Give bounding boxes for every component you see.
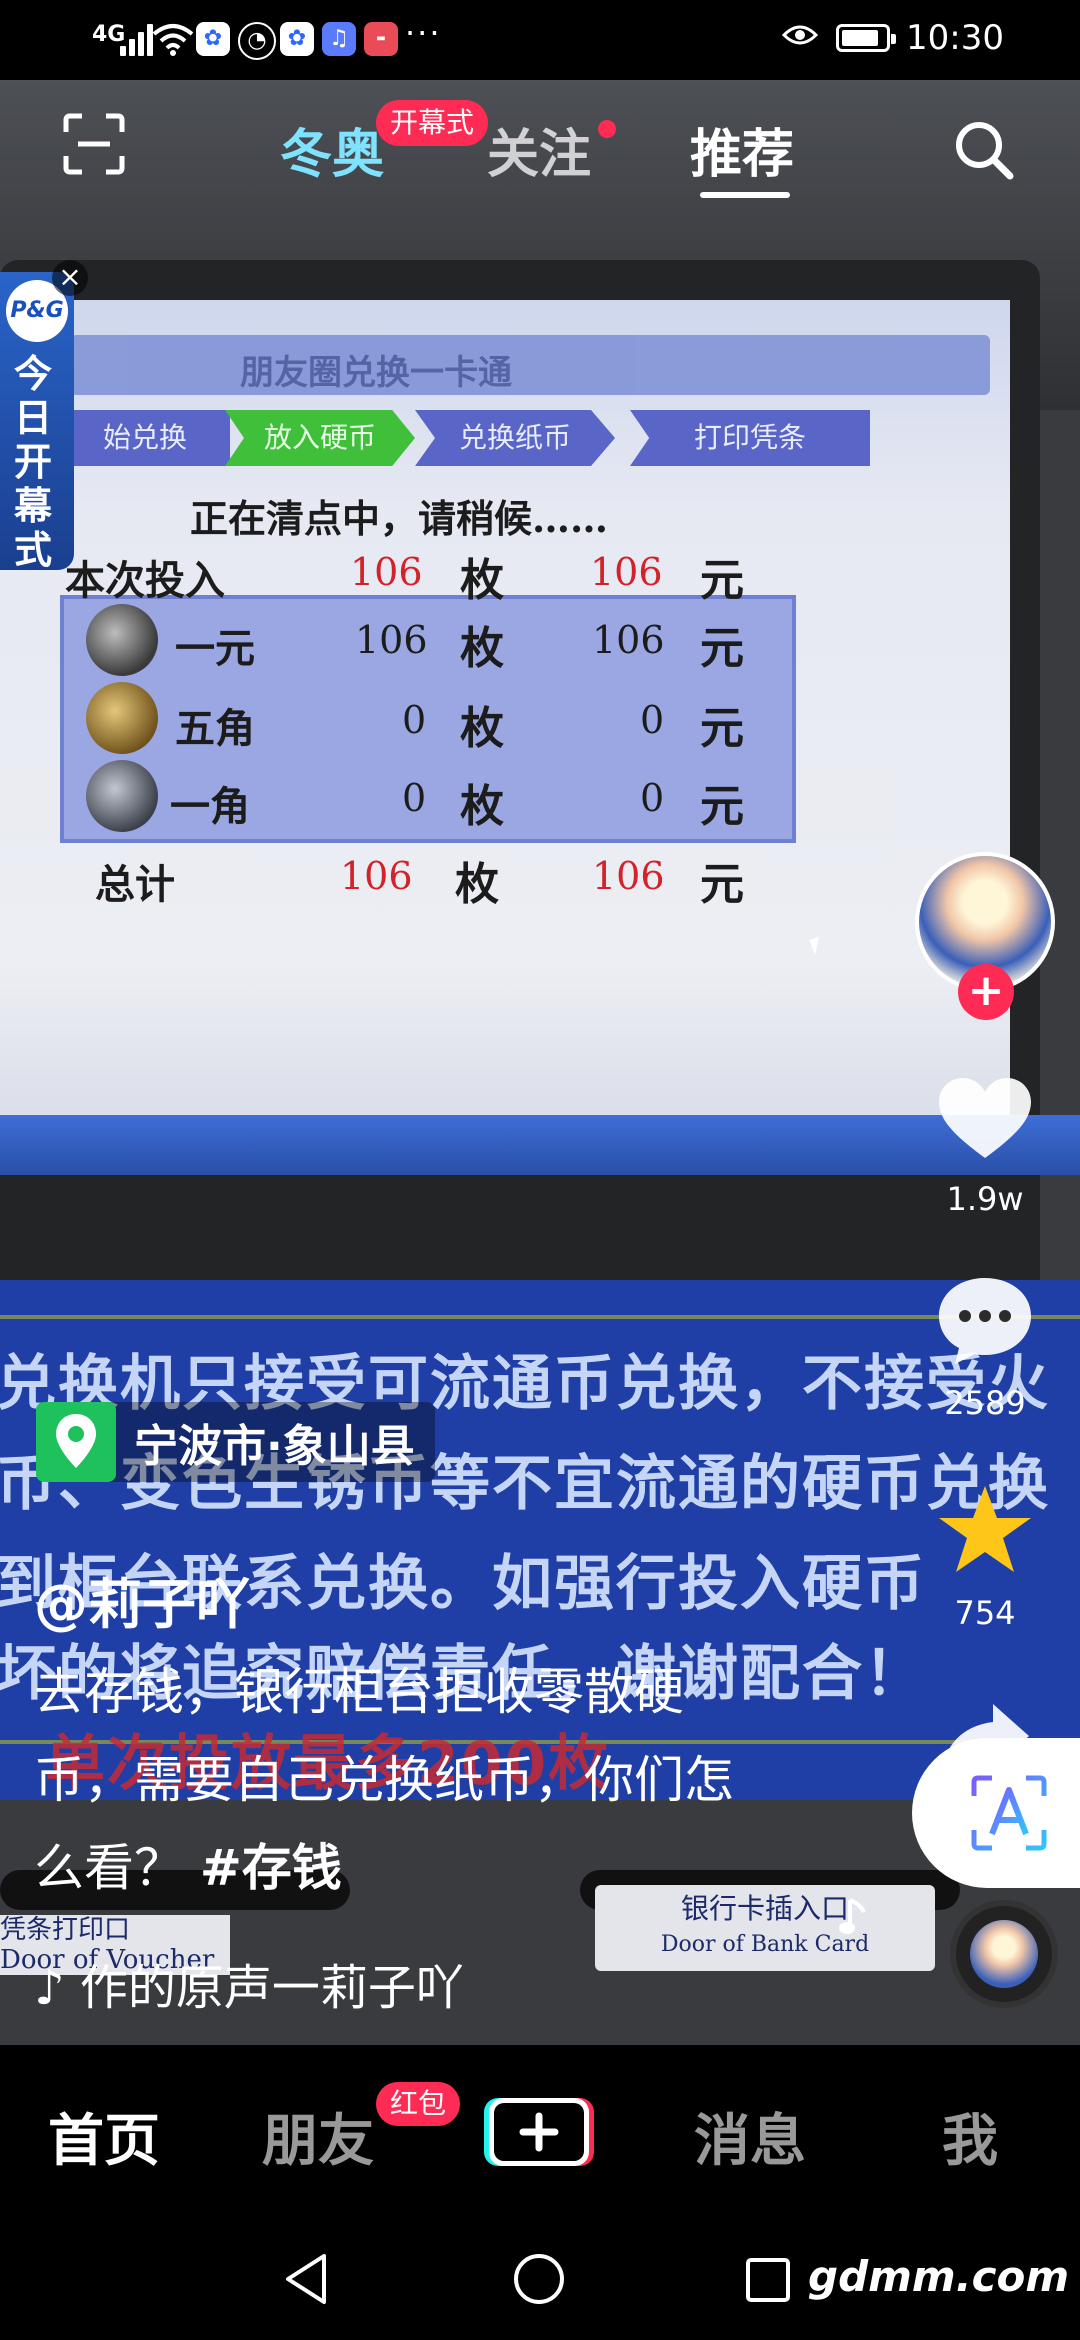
music-info[interactable]: ♪ 作的原声一莉子吖 — [34, 1948, 464, 2018]
row-amount-unit: 元 — [700, 781, 744, 832]
row-count: 106 — [355, 618, 428, 662]
clock-app-icon: ◔ — [238, 22, 276, 60]
row-count-unit: 枚 — [460, 703, 504, 754]
recent-apps-icon[interactable] — [744, 2256, 792, 2304]
voucher-label-zh: 凭条打印口 — [0, 1915, 131, 1945]
wifi-icon — [152, 24, 194, 56]
like-count: 1.9w — [946, 1180, 1024, 1218]
huawei-app-icon: ▬ — [364, 22, 398, 56]
music-app-icon: ♫ — [322, 22, 356, 56]
music-disc[interactable] — [950, 1900, 1058, 2008]
row-count-unit: 枚 — [460, 555, 504, 606]
ad-text: 今日开幕式 — [14, 352, 53, 572]
tab-friends[interactable]: 朋友 — [262, 2096, 374, 2177]
step-4: 打印凭条 — [630, 410, 870, 466]
row-count-unit: 枚 — [460, 781, 504, 832]
row-label-five-jiao: 五角 — [175, 705, 255, 752]
row-amount: 106 — [590, 550, 663, 594]
screen-header-text: 朋友圈兑换一卡通 — [240, 353, 512, 393]
step-1: 始兑换 — [60, 410, 230, 466]
step-3: 兑换纸币 — [415, 410, 615, 466]
one-jiao-coin-image — [86, 760, 158, 832]
atm-screen: 朋友圈兑换一卡通 始兑换 放入硬币 兑换纸币 打印凭条 正在清点中，请稍候…… … — [0, 300, 1010, 1130]
ai-text-icon[interactable] — [968, 1772, 1050, 1854]
music-note-icon — [839, 1898, 866, 1934]
eye-comfort-icon — [782, 25, 818, 45]
home-icon[interactable] — [512, 2252, 566, 2306]
row-amount: 106 — [592, 618, 665, 662]
row-count: 0 — [402, 776, 427, 820]
location-chip[interactable]: 宁波市·象山县 — [36, 1402, 435, 1482]
create-post-button[interactable] — [482, 2094, 596, 2170]
divider — [0, 1315, 1080, 1319]
close-icon[interactable]: × — [52, 260, 88, 296]
caption-text: 去存钱，银行柜台拒收零散硬币，需要自己兑换纸币，你们怎么看？ — [34, 1663, 734, 1897]
heart-icon[interactable] — [935, 1070, 1035, 1170]
screen-bottom-bezel — [0, 1115, 1080, 1175]
tab-messages[interactable]: 消息 — [694, 2096, 806, 2177]
row-amount-unit: 元 — [700, 859, 744, 910]
row-amount-unit: 元 — [700, 555, 744, 606]
status-bar: 4G ✿ ◔ ✿ ♫ ▬ ··· 10:30 — [0, 0, 1080, 80]
row-amount: 0 — [640, 776, 665, 820]
row-amount: 0 — [640, 698, 665, 742]
tab-winter-olympics[interactable]: 冬奥 — [280, 112, 384, 187]
location-text: 宁波市·象山县 — [134, 1421, 415, 1472]
more-notifications-icon: ··· — [405, 14, 442, 52]
row-count: 106 — [340, 854, 413, 898]
hashtag-link[interactable]: #存钱 — [200, 1839, 342, 1897]
follow-plus-icon[interactable]: + — [958, 964, 1014, 1020]
back-icon[interactable] — [282, 2252, 332, 2306]
comment-count: 2589 — [944, 1384, 1026, 1422]
author-name[interactable]: @莉子吖 — [34, 1560, 250, 1639]
tab-following[interactable]: 关注 — [487, 112, 591, 187]
battery-icon — [836, 24, 896, 52]
tab-me[interactable]: 我 — [942, 2096, 998, 2177]
opening-ceremony-badge: 开幕式 — [376, 100, 489, 146]
counting-message: 正在清点中，请稍候…… — [190, 496, 609, 541]
row-amount-unit: 元 — [700, 623, 744, 674]
music-note-icon: ♪ — [34, 1960, 65, 2016]
watermark: gdmm.com — [808, 2252, 1070, 2301]
progress-steps: 始兑换 放入硬币 兑换纸币 打印凭条 — [60, 410, 960, 466]
screen-header: 朋友圈兑换一卡通 — [70, 335, 990, 395]
favorite-count: 754 — [954, 1594, 1016, 1632]
star-icon[interactable] — [935, 1480, 1035, 1580]
scan-icon[interactable] — [62, 112, 126, 176]
baidu-icon: ✿ — [280, 22, 314, 56]
step-2: 放入硬币 — [225, 410, 415, 466]
row-amount-unit: 元 — [700, 703, 744, 754]
row-amount: 106 — [592, 854, 665, 898]
active-tab-indicator — [700, 192, 790, 198]
row-label-total: 总计 — [95, 861, 175, 908]
baidu-icon: ✿ — [196, 22, 230, 56]
ad-banner[interactable]: P&G 今日开幕式 — [0, 272, 74, 572]
mouse-cursor-icon — [809, 936, 825, 956]
music-title: 作的原声一莉子吖 — [79, 1960, 464, 2016]
clock: 10:30 — [906, 18, 1004, 58]
tab-home[interactable]: 首页 — [48, 2096, 160, 2177]
tab-recommended[interactable]: 推荐 — [690, 112, 794, 187]
row-label-this-deposit: 本次投入 — [65, 557, 225, 604]
five-jiao-coin-image — [86, 682, 158, 754]
row-count-unit: 枚 — [460, 623, 504, 674]
row-count-unit: 枚 — [455, 859, 499, 910]
red-packet-badge: 红包 — [376, 2082, 461, 2126]
one-yuan-coin-image — [86, 604, 158, 676]
video-caption: 去存钱，银行柜台拒收零散硬币，需要自己兑换纸币，你们怎么看？ #存钱 — [34, 1648, 774, 1912]
new-content-dot — [598, 120, 616, 138]
location-pin-icon — [36, 1402, 116, 1482]
row-count: 106 — [350, 550, 423, 594]
row-count: 0 — [402, 698, 427, 742]
comment-icon[interactable] — [935, 1270, 1035, 1370]
search-icon[interactable] — [952, 118, 1016, 182]
card-slot-label-en: Door of Bank Card — [660, 1932, 870, 1957]
row-label-one-jiao: 一角 — [170, 783, 250, 830]
row-label-one-yuan: 一元 — [175, 625, 255, 672]
